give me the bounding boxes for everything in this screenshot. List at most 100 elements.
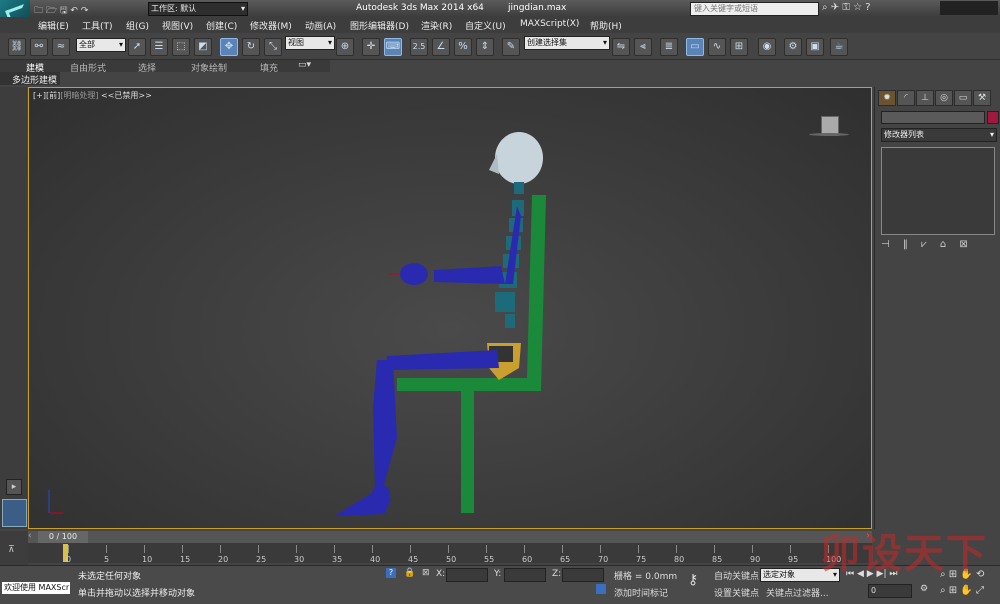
modifier-stack[interactable]	[881, 147, 995, 235]
y-label: Y:	[494, 569, 502, 579]
menu-maxscript[interactable]: MAXScript(X)	[520, 19, 579, 29]
timeline-tick-mark	[486, 545, 487, 553]
ribbon-toggle-icon[interactable]: ▭	[686, 38, 704, 56]
track-bar[interactable]: 0 5 10 15 20 25 30 35 40 45 50 55 60 65 70 75 80 85 90 95 10…	[28, 543, 872, 564]
rect-select-icon[interactable]: ⬚	[172, 38, 190, 56]
select-by-name-icon[interactable]: ☰	[150, 38, 168, 56]
schematic-view-icon[interactable]: ⊞	[730, 38, 748, 56]
pivot-icon[interactable]: ⊕	[336, 38, 354, 56]
scale-icon[interactable]: ⤡	[264, 38, 282, 56]
menu-edit[interactable]: 编辑(E)	[38, 19, 69, 32]
material-editor-icon[interactable]: ◉	[758, 38, 776, 56]
render-production-icon[interactable]: ☕	[830, 38, 848, 56]
app-title: Autodesk 3ds Max 2014 x64	[356, 3, 484, 13]
y-coord-field[interactable]	[504, 568, 546, 582]
menu-graph-editors[interactable]: 图形编辑器(D)	[350, 19, 409, 32]
hierarchy-tab-icon[interactable]: ⊥	[916, 90, 934, 106]
time-slider[interactable]: 0 / 100 ‹ ›	[28, 531, 872, 543]
isolate-toggle-icon[interactable]: ?	[386, 568, 396, 578]
set-key-button[interactable]: 设置关键点	[714, 586, 759, 599]
arm-model[interactable]	[389, 206, 521, 285]
polygon-modeling-label[interactable]: 多边形建模	[12, 73, 57, 86]
viewport-layout-icon[interactable]	[2, 499, 27, 527]
current-frame-field[interactable]: 0	[868, 584, 912, 598]
add-time-tag[interactable]: 添加时间标记	[614, 586, 668, 599]
absolute-mode-icon[interactable]: ⊠	[422, 568, 430, 578]
scene-figure[interactable]	[29, 88, 872, 529]
leg-model[interactable]	[334, 350, 499, 516]
select-object-icon[interactable]: ➚	[128, 38, 146, 56]
mini-curve-icon[interactable]: ⊼	[8, 545, 15, 555]
menu-tools[interactable]: 工具(T)	[82, 19, 113, 32]
display-tab-icon[interactable]: ▭	[954, 90, 972, 106]
menu-group[interactable]: 组(G)	[126, 19, 149, 32]
key-filters-button[interactable]: 关键点过滤器...	[766, 586, 829, 599]
menu-customize[interactable]: 自定义(U)	[465, 19, 506, 32]
maxscript-listener[interactable]: 欢迎使用 MAXScr	[2, 582, 70, 594]
search-input[interactable]: 键入关键字或短语	[690, 2, 819, 16]
expand-ribbon-icon[interactable]: ▸	[6, 479, 22, 495]
mini-curve-toggle[interactable]: ⊼	[0, 531, 28, 565]
time-prev-arrow-icon[interactable]: ‹	[28, 531, 32, 541]
motion-tab-icon[interactable]: ◎	[935, 90, 953, 106]
set-key-icon[interactable]: ⚷	[688, 572, 698, 588]
frame-counter[interactable]: 0 / 100	[38, 531, 88, 543]
edit-named-selection-icon[interactable]: ✎	[502, 38, 520, 56]
object-color-swatch[interactable]	[987, 111, 999, 124]
curve-editor-icon[interactable]: ∿	[708, 38, 726, 56]
tab-selection[interactable]: 选择	[138, 61, 156, 74]
create-tab-icon[interactable]: ✹	[878, 90, 896, 106]
auto-key-button[interactable]: 自动关键点	[714, 569, 759, 582]
x-coord-field[interactable]	[446, 568, 488, 582]
utilities-tab-icon[interactable]: ⚒	[973, 90, 991, 106]
keyboard-override-icon[interactable]: ⌨	[384, 38, 402, 56]
time-tag-icon[interactable]	[596, 584, 606, 594]
timeline-tick-mark	[714, 545, 715, 553]
selection-filter-dropdown[interactable]: 全部	[76, 38, 126, 52]
transform-gizmo-icon[interactable]: ✛	[362, 38, 380, 56]
stack-controls-icons[interactable]: ⊣ ‖ ⩗ ⌂ ⊠	[881, 239, 997, 250]
layer-manager-icon[interactable]: ≣	[660, 38, 678, 56]
named-selection-dropdown[interactable]: 创建选择集	[524, 36, 610, 50]
bind-space-warp-icon[interactable]: ≈	[52, 38, 70, 56]
rotate-icon[interactable]: ↻	[242, 38, 260, 56]
align-icon[interactable]: ⫷	[634, 38, 652, 56]
time-config-icon[interactable]: ⚙	[920, 584, 928, 594]
viewport-nav-icons-2[interactable]: ⌕ ⊞ ✋ ⤢	[940, 585, 984, 596]
head-model[interactable]	[489, 132, 543, 194]
window-crossing-icon[interactable]: ◩	[194, 38, 212, 56]
menu-animation[interactable]: 动画(A)	[305, 19, 336, 32]
tab-populate[interactable]: 填充	[260, 61, 278, 74]
render-frame-icon[interactable]: ▣	[806, 38, 824, 56]
link-icon[interactable]: ⛓	[8, 38, 26, 56]
spinner-snap-icon[interactable]: ⇕	[476, 38, 494, 56]
mirror-icon[interactable]: ⇋	[612, 38, 630, 56]
snap-toggle-icon[interactable]: 2.5	[410, 38, 428, 56]
workspace-dropdown[interactable]: 工作区: 默认	[148, 2, 248, 16]
menu-bar: 编辑(E) 工具(T) 组(G) 视图(V) 创建(C) 修改器(M) 动画(A…	[0, 17, 1000, 34]
tab-object-paint[interactable]: 对象绘制	[191, 61, 227, 74]
menu-help[interactable]: 帮助(H)	[590, 19, 622, 32]
lock-selection-icon[interactable]: 🔒	[404, 568, 415, 578]
unlink-icon[interactable]: ⚯	[30, 38, 48, 56]
menu-rendering[interactable]: 渲染(R)	[421, 19, 452, 32]
timeline-tick: 85	[712, 555, 723, 564]
menu-modifiers[interactable]: 修改器(M)	[250, 19, 292, 32]
angle-snap-icon[interactable]: ∠	[432, 38, 450, 56]
ribbon-options-icon[interactable]: ▭▾	[298, 60, 311, 70]
object-name-field[interactable]	[881, 111, 985, 124]
percent-snap-icon[interactable]: %	[454, 38, 472, 56]
infocenter-icons[interactable]: ⌕ ✈ ⚿ ☆ ?	[822, 2, 871, 13]
move-icon[interactable]: ✥	[220, 38, 238, 56]
menu-create[interactable]: 创建(C)	[206, 19, 237, 32]
viewport-front[interactable]: [+][前][明暗处理] <<已禁用>>	[28, 87, 872, 529]
z-coord-field[interactable]	[562, 568, 604, 582]
reference-coord-dropdown[interactable]: 视图	[285, 36, 335, 50]
window-controls[interactable]	[940, 1, 998, 15]
modify-tab-icon[interactable]: ◜	[897, 90, 915, 106]
render-setup-icon[interactable]: ⚙	[784, 38, 802, 56]
timeline-tick: 50	[446, 555, 457, 564]
modifier-list-dropdown[interactable]: 修改器列表	[881, 128, 997, 142]
tab-freeform[interactable]: 自由形式	[70, 61, 106, 74]
menu-views[interactable]: 视图(V)	[162, 19, 193, 32]
